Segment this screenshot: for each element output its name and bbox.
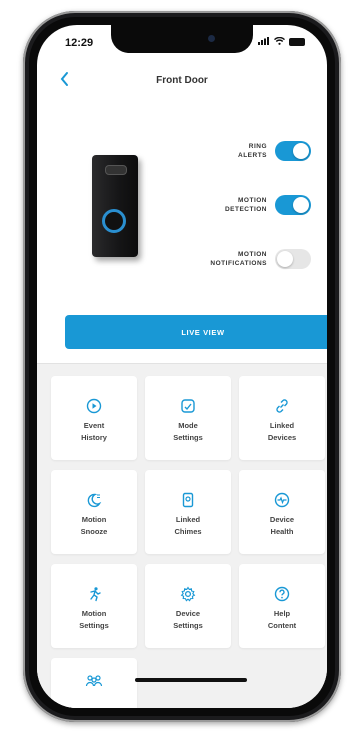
mode-shield-icon bbox=[181, 399, 195, 413]
tile-label: Help Content bbox=[267, 609, 297, 630]
motion-detection-toggle[interactable] bbox=[275, 195, 311, 215]
link-icon bbox=[276, 399, 288, 413]
ring-alerts-toggle[interactable] bbox=[275, 141, 311, 161]
tile-help-content[interactable]: Help Content bbox=[239, 564, 325, 648]
live-view-button[interactable]: LIVE VIEW bbox=[65, 315, 327, 349]
screen: 12:29 Front Door RING ALERTS MOTION DETE… bbox=[37, 25, 327, 708]
label-line2: DETECTION bbox=[224, 206, 267, 213]
tile-label: Event History bbox=[81, 421, 107, 442]
toggle-knob bbox=[293, 197, 309, 213]
tile-linked-devices[interactable]: Linked Devices bbox=[239, 376, 325, 460]
gear-icon bbox=[180, 586, 196, 602]
tile-mode-settings[interactable]: Mode Settings bbox=[145, 376, 231, 460]
tile-label: Linked Devices bbox=[267, 421, 297, 442]
tile-grid: Event History Mode Settings Linked Devices … bbox=[37, 364, 327, 708]
live-view-label: LIVE VIEW bbox=[181, 327, 225, 337]
tile-linked-chimes[interactable]: Linked Chimes bbox=[145, 470, 231, 554]
phone-frame: 12:29 Front Door RING ALERTS MOTION DETE… bbox=[23, 11, 341, 722]
doorbell-camera bbox=[105, 165, 127, 175]
pulse-icon bbox=[274, 492, 290, 508]
toggle-knob bbox=[293, 143, 309, 159]
label-line1: MOTION bbox=[238, 251, 267, 258]
label-line1: RING bbox=[248, 143, 267, 150]
people-icon bbox=[85, 675, 103, 687]
doorbell-image bbox=[92, 155, 138, 257]
tile-device-health[interactable]: Device Health bbox=[239, 470, 325, 554]
label-line2: ALERTS bbox=[238, 152, 267, 159]
motion-detection-row: MOTION DETECTION bbox=[187, 195, 311, 215]
chime-icon bbox=[182, 492, 194, 508]
status-time: 12:29 bbox=[65, 37, 94, 49]
tile-label: Motion Settings bbox=[79, 609, 109, 630]
tile-label: Mode Settings bbox=[173, 421, 203, 442]
status-icons bbox=[258, 36, 305, 47]
motion-notifications-row: MOTION NOTIFICATIONS bbox=[187, 249, 311, 269]
doorbell-button-ring bbox=[102, 209, 126, 233]
page-title: Front Door bbox=[156, 75, 208, 86]
tile-label: Device Health bbox=[269, 515, 295, 536]
label-line2: NOTIFICATIONS bbox=[210, 260, 267, 267]
signal-icon bbox=[258, 37, 270, 47]
front-camera bbox=[208, 35, 215, 42]
moon-snooze-icon bbox=[87, 493, 102, 508]
tile-motion-settings[interactable]: Motion Settings bbox=[51, 564, 137, 648]
battery-icon bbox=[289, 38, 305, 46]
motion-notifications-toggle[interactable] bbox=[275, 249, 311, 269]
ring-alerts-label: RING ALERTS bbox=[187, 142, 267, 160]
tile-motion-snooze[interactable]: Motion Snooze bbox=[51, 470, 137, 554]
tile-device-settings[interactable]: Device Settings bbox=[145, 564, 231, 648]
help-circle-icon bbox=[274, 586, 290, 602]
tile-event-history[interactable]: Event History bbox=[51, 376, 137, 460]
running-person-icon bbox=[90, 587, 101, 602]
tile-shared-users[interactable] bbox=[51, 658, 137, 708]
tile-label: Device Settings bbox=[173, 609, 203, 630]
toggle-knob bbox=[277, 251, 293, 267]
notch bbox=[111, 25, 253, 53]
play-circle-icon bbox=[86, 398, 102, 414]
motion-notifications-label: MOTION NOTIFICATIONS bbox=[187, 250, 267, 268]
home-indicator[interactable] bbox=[135, 678, 247, 682]
motion-detection-label: MOTION DETECTION bbox=[187, 196, 267, 214]
tile-label: Linked Chimes bbox=[174, 515, 202, 536]
label-line1: MOTION bbox=[238, 197, 267, 204]
tile-label: Motion Snooze bbox=[80, 515, 108, 536]
ring-alerts-row: RING ALERTS bbox=[187, 141, 311, 161]
wifi-icon bbox=[274, 36, 285, 47]
